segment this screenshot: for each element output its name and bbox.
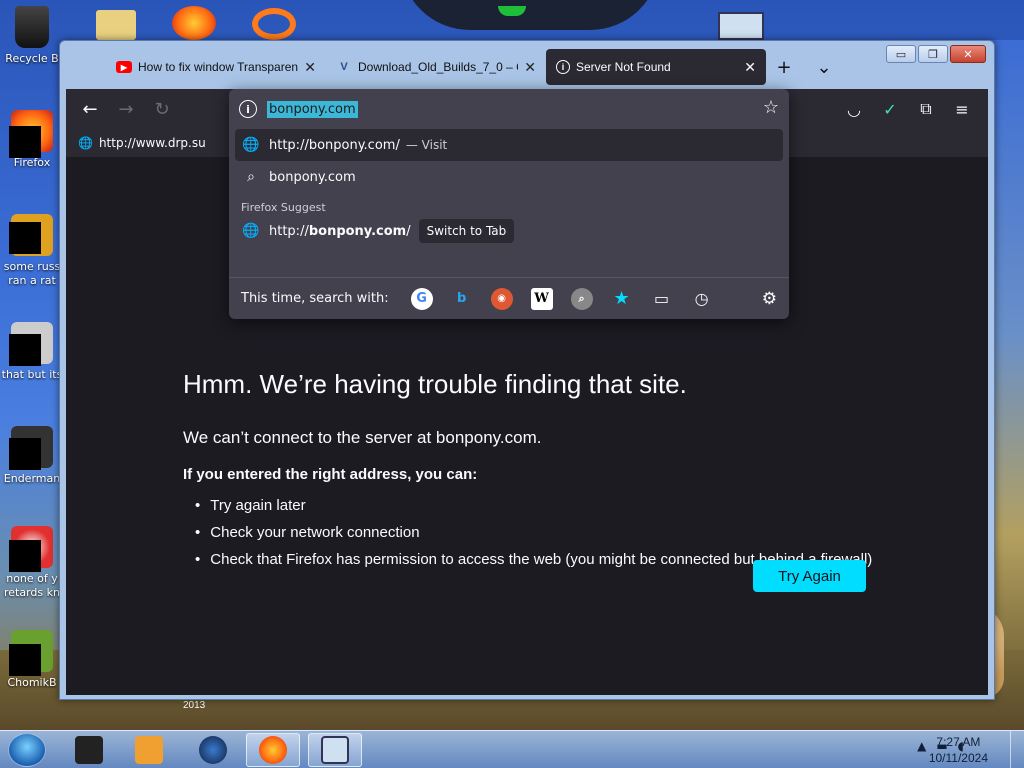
globe-icon: 🌐 [242, 223, 260, 239]
youtube-icon: ▶ [116, 61, 132, 73]
window-icon [321, 736, 349, 764]
list-item: Check your network connection [195, 524, 872, 541]
tab-close-icon[interactable]: ✕ [524, 59, 536, 76]
search-engine-icon[interactable]: ⌕ [570, 287, 593, 310]
taskbar-app-firefox[interactable] [246, 733, 300, 767]
new-tab-button[interactable]: + [766, 49, 802, 85]
gear-icon[interactable]: ⚙ [762, 289, 777, 309]
search-engines: G b ◉ W ⌕ ★ ▭ ◷ [410, 287, 713, 310]
hamster-app-icon [9, 630, 53, 676]
desktop-icon-that-but-its[interactable]: that but its [0, 322, 64, 382]
search-icon: ⌕ [247, 169, 255, 185]
desktop-icon-some-russ[interactable]: some russ ran a rat [0, 214, 64, 288]
tab-youtube[interactable]: ▶ How to fix window Transparen ✕ [106, 49, 326, 85]
switch-to-tab-button[interactable]: Switch to Tab [418, 219, 515, 243]
tab-download-builds[interactable]: V Download_Old_Builds_7_0 – O ✕ [326, 49, 546, 85]
firefox-suggest-heading: Firefox Suggest [241, 200, 326, 214]
urlbar-dropdown: i bonpony.com ☆ 🌐 http://bonpony.com/ — … [229, 89, 789, 319]
forward-button[interactable]: → [108, 93, 144, 125]
tab-server-not-found[interactable]: i Server Not Found ✕ [546, 49, 766, 85]
menu-icon[interactable]: ≡ [946, 93, 978, 125]
site-info-icon[interactable]: i [239, 100, 257, 118]
wikipedia-icon[interactable]: W [530, 287, 553, 310]
desktop-icon-chomik[interactable]: ChomikB [0, 630, 64, 690]
tab-close-icon[interactable]: ✕ [744, 59, 756, 76]
list-item: Try again later [195, 497, 872, 514]
sync-check-icon[interactable]: ✓ [874, 93, 906, 125]
desktop-icon-top-1[interactable] [96, 10, 136, 40]
urlbar-input[interactable]: bonpony.com [267, 100, 358, 118]
error-suggestions: Try again later Check your network conne… [183, 497, 872, 568]
firefox-window: ▭ ❐ ✕ ▶ How to fix window Transparen ✕ V… [59, 40, 995, 700]
duckduckgo-icon[interactable]: ◉ [490, 287, 513, 310]
toolbar-right: ◡ ✓ ⧉ ≡ [838, 93, 978, 125]
file-icon [9, 214, 53, 256]
bing-icon[interactable]: b [451, 288, 473, 310]
bookmark-drp[interactable]: 🌐 http://www.drp.su [78, 136, 206, 150]
browser-icon [199, 736, 227, 764]
globe-icon: 🌐 [78, 136, 93, 150]
reload-button[interactable]: ↻ [144, 93, 180, 125]
tabs-icon[interactable]: ▭ [651, 288, 673, 310]
tab-strip: ▶ How to fix window Transparen ✕ V Downl… [106, 49, 986, 85]
taskbar-app-explorer[interactable] [308, 733, 362, 767]
error-page: Hmm. We’re having trouble finding that s… [183, 369, 872, 578]
media-player-icon [135, 736, 163, 764]
pocket-icon[interactable]: ◡ [838, 93, 870, 125]
google-icon[interactable]: G [410, 287, 433, 310]
desktop-icon-none-of-y[interactable]: none of y retards kn [0, 526, 64, 600]
globe-icon: 🌐 [242, 137, 260, 153]
wallpaper-shape [400, 0, 660, 30]
suggestion-switch-tab[interactable]: 🌐 http://bonpony.com / Switch to Tab [235, 215, 783, 247]
error-title: Hmm. We’re having trouble finding that s… [183, 369, 687, 399]
urlbar-input-row[interactable]: i bonpony.com ☆ [229, 89, 789, 129]
wallpaper-text: 2013 [183, 700, 206, 711]
back-button[interactable]: ← [72, 93, 108, 125]
start-button[interactable] [8, 733, 46, 767]
history-icon[interactable]: ◷ [691, 288, 713, 310]
desktop-icon-firefox[interactable]: Firefox [0, 110, 64, 170]
firefox-icon [259, 736, 287, 764]
desktop-icon-top-2[interactable] [172, 6, 216, 40]
recycle-bin-icon [15, 6, 49, 48]
clock[interactable]: 7:27 AM 10/11/2024 [929, 734, 988, 766]
error-subtitle: We can’t connect to the server at bonpon… [183, 428, 542, 447]
desktop-icon-top-4[interactable] [718, 12, 764, 40]
info-icon: i [556, 60, 570, 74]
show-desktop-button[interactable] [1010, 731, 1024, 768]
desktop-icon-enderman[interactable]: Enderman [0, 426, 64, 486]
bookmark-star-icon[interactable]: ☆ [763, 97, 779, 118]
desktop-icon-recycle-bin[interactable]: Recycle B [0, 6, 64, 66]
try-again-button[interactable]: Try Again [753, 560, 866, 592]
extensions-icon[interactable]: ⧉ [910, 93, 942, 125]
bookmarks-star-icon[interactable]: ★ [611, 288, 633, 310]
browser-content: ← → ↻ ◡ ✓ ⧉ ≡ 🌐 http://www.drp.su Hmm. W… [66, 89, 988, 695]
tray-expand-icon[interactable]: ▲ [917, 739, 926, 753]
suggestion-visit[interactable]: 🌐 http://bonpony.com/ — Visit [235, 129, 783, 161]
taskbar-app-media[interactable] [122, 733, 176, 767]
taskbar-app-globe[interactable] [186, 733, 240, 767]
window-icon [9, 426, 53, 470]
desktop-icon-top-3[interactable] [252, 8, 296, 40]
suggestion-search[interactable]: ⌕ bonpony.com [235, 161, 783, 193]
tab-close-icon[interactable]: ✕ [304, 59, 316, 76]
taskbar-app-1[interactable] [62, 733, 116, 767]
app-icon [9, 526, 53, 572]
vk-icon: V [340, 61, 348, 73]
error-instructions: If you entered the right address, you ca… [183, 466, 478, 483]
search-with-bar: This time, search with: G b ◉ W ⌕ ★ ▭ ◷ … [229, 277, 789, 319]
list-all-tabs-button[interactable]: ⌄ [806, 49, 842, 85]
firefox-icon [9, 110, 53, 158]
taskbar: ▲ ▬ ◖ 7:27 AM 10/11/2024 [0, 730, 1024, 768]
terminal-icon [75, 736, 103, 764]
folder-stack-icon [9, 322, 53, 366]
